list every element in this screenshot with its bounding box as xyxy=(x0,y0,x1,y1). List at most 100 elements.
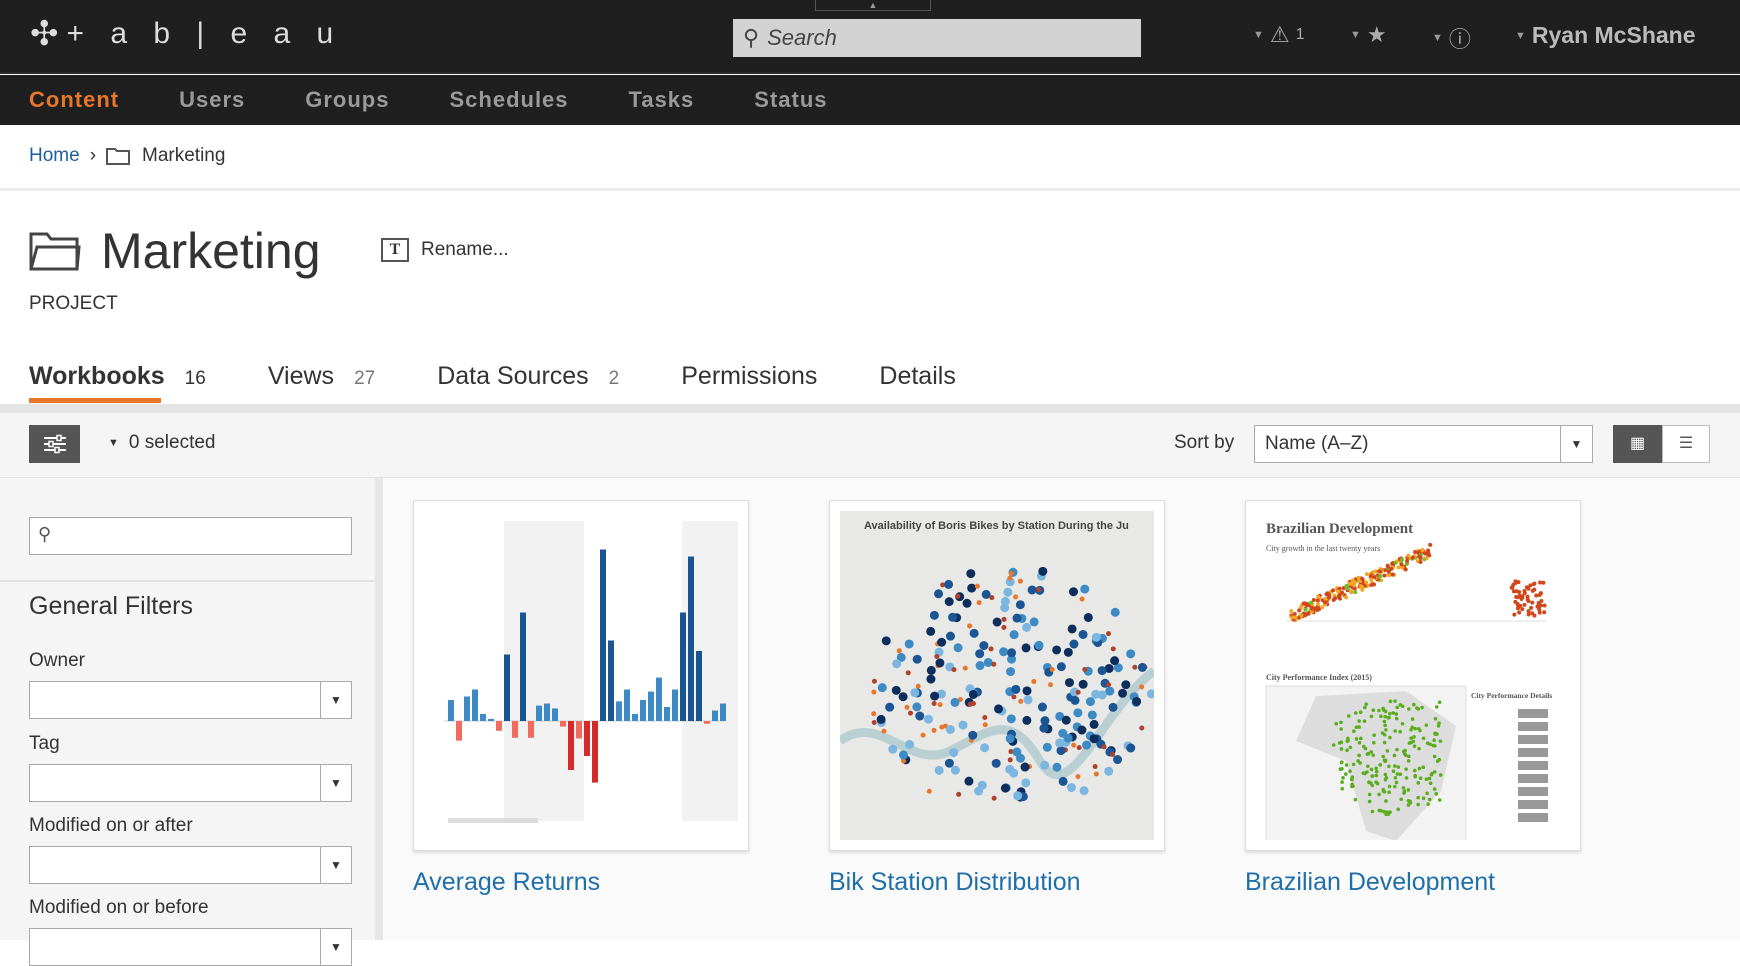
user-name: Ryan McShane xyxy=(1531,22,1696,48)
thumbnail-scatter-dot xyxy=(1364,572,1369,577)
search-placeholder: Search xyxy=(767,25,837,50)
nav-status[interactable]: Status xyxy=(754,87,827,113)
workbook-title-link[interactable]: Average Returns xyxy=(413,868,600,897)
thumbnail-map-dot xyxy=(1413,726,1417,731)
tableau-logo[interactable]: ✣ + a b | e a u xyxy=(30,14,342,54)
thumbnail-station-dot xyxy=(1021,643,1031,653)
thumbnail-scatter-dot xyxy=(1396,565,1401,570)
thumbnail-bar xyxy=(632,714,638,721)
thumbnail-station-dot xyxy=(1091,632,1101,642)
thumbnail-map-dot xyxy=(1381,706,1385,711)
divider xyxy=(0,188,1740,191)
collapse-header-handle[interactable]: ▲ xyxy=(815,0,931,11)
grid-view-button[interactable]: ▦ xyxy=(1613,425,1662,463)
thumbnail-map-dot xyxy=(1412,702,1416,707)
user-menu[interactable]: ▼ Ryan McShane xyxy=(1515,22,1696,49)
thumbnail-station-dot xyxy=(871,678,877,684)
thumbnail-scatter-dot xyxy=(1357,579,1362,584)
workbook-thumbnail-brazilian-development[interactable]: Brazilian Development City growth in the… xyxy=(1245,500,1581,851)
breadcrumb-home[interactable]: Home xyxy=(29,145,80,167)
tab-data-sources[interactable]: Data Sources 2 xyxy=(437,362,619,403)
thumbnail-map-dot xyxy=(1424,723,1429,727)
thumbnail-map-dot xyxy=(1381,754,1385,759)
alerts-menu[interactable]: ▼ ⚠ 1 xyxy=(1253,22,1305,48)
thumbnail-station-dot xyxy=(1082,740,1092,750)
thumbnail-station-dot xyxy=(1013,594,1019,600)
thumbnail-detail-bar xyxy=(1518,787,1548,796)
tab-views[interactable]: Views 27 xyxy=(268,362,375,403)
tab-details[interactable]: Details xyxy=(879,362,955,403)
modified-after-dropdown[interactable]: ▼ xyxy=(29,846,352,884)
thumbnail-map-dot xyxy=(1350,777,1354,782)
list-view-button[interactable]: ☰ xyxy=(1662,425,1710,463)
thumbnail-map-dot xyxy=(1396,765,1401,769)
thumbnail-station-dot xyxy=(871,720,877,726)
thumbnail-station-dot xyxy=(1012,613,1022,623)
thumbnail-scatter-dot xyxy=(1520,607,1525,612)
sort-select[interactable]: Name (A–Z) ▼ xyxy=(1254,425,1593,463)
thumbnail-scatter-dot xyxy=(1349,581,1354,586)
modified-before-dropdown[interactable]: ▼ xyxy=(29,928,352,966)
thumbnail-station-dot xyxy=(967,623,973,629)
nav-content[interactable]: Content xyxy=(29,87,119,113)
nav-tasks[interactable]: Tasks xyxy=(629,87,695,113)
thumbnail-station-dot xyxy=(1063,647,1073,657)
workbook-title-link[interactable]: Bik Station Distribution xyxy=(829,868,1081,897)
favorites-menu[interactable]: ▼ ★ xyxy=(1350,22,1387,48)
thumbnail-station-dot xyxy=(1078,629,1088,639)
owner-dropdown[interactable]: ▼ xyxy=(29,681,352,719)
thumbnail-bar xyxy=(712,710,718,721)
tab-workbooks[interactable]: Workbooks 16 xyxy=(29,362,206,403)
thumbnail-station-dot xyxy=(939,724,945,730)
thumbnail-detail-bar xyxy=(1518,813,1548,822)
thumbnail-station-dot xyxy=(898,750,908,760)
thumbnail-scatter-dot xyxy=(1428,542,1433,547)
nav-schedules[interactable]: Schedules xyxy=(449,87,568,113)
caret-down-icon: ▼ xyxy=(1432,32,1443,44)
thumbnail-scatter-dot xyxy=(1315,598,1320,603)
thumbnail-scatter-dot xyxy=(1526,586,1531,591)
thumbnail-station-dot xyxy=(1070,695,1080,705)
thumbnail-station-dot xyxy=(1022,715,1032,725)
workbook-thumbnail-average-returns[interactable] xyxy=(413,500,749,851)
thumbnail-station-dot xyxy=(958,720,968,730)
thumbnail-map-dot xyxy=(1432,738,1436,743)
thumbnail-map-dot xyxy=(1377,792,1381,797)
thumbnail-map-dot xyxy=(1344,772,1348,776)
rename-button[interactable]: T Rename... xyxy=(381,238,509,262)
thumbnail-station-dot xyxy=(1082,666,1088,672)
thumbnail-station-dot xyxy=(968,689,978,699)
tab-permissions[interactable]: Permissions xyxy=(681,362,817,403)
nav-groups[interactable]: Groups xyxy=(305,87,389,113)
search-input[interactable]: ⚲ Search xyxy=(733,19,1141,57)
thumbnail-map-dot xyxy=(1381,789,1386,794)
thumbnail-map-dot xyxy=(1410,717,1415,721)
filter-toggle-button[interactable] xyxy=(29,425,80,463)
tag-dropdown[interactable]: ▼ xyxy=(29,764,352,802)
logo-text: + a b | e a u xyxy=(66,17,343,50)
thumbnail-scatter-dot xyxy=(1303,607,1308,612)
thumbnail-map-dot xyxy=(1339,747,1344,751)
thumbnail-map-dot xyxy=(1367,792,1372,797)
help-menu[interactable]: ▼ ⓘ xyxy=(1432,22,1471,54)
workbook-thumbnail-bike-stations[interactable]: Availability of Boris Bikes by Station D… xyxy=(829,500,1165,851)
thumbnail-scatter-dot xyxy=(1386,564,1391,569)
thumbnail-scatter-dot xyxy=(1309,600,1314,605)
selection-menu[interactable]: ▼ 0 selected xyxy=(108,432,216,454)
rename-label: Rename... xyxy=(421,239,509,260)
thumbnail-scatter-dot xyxy=(1399,562,1404,567)
thumbnail-station-dot xyxy=(937,702,943,708)
workbook-title-link[interactable]: Brazilian Development xyxy=(1245,868,1495,897)
filter-search-input[interactable]: ⚲ xyxy=(29,517,352,555)
thumbnail-bar xyxy=(680,612,686,721)
thumbnail-station-dot xyxy=(1073,708,1083,718)
thumbnail-map-dot xyxy=(1367,799,1372,804)
thumbnail-station-dot xyxy=(935,658,945,668)
thumbnail-scatter-dot xyxy=(1424,555,1429,560)
thumbnail-scatter-dot xyxy=(1331,588,1336,593)
thumbnail-map-dot xyxy=(1337,741,1342,745)
thumbnail-station-dot xyxy=(1000,783,1010,793)
thumbnail-map-dot xyxy=(1359,736,1363,741)
nav-users[interactable]: Users xyxy=(179,87,245,113)
caret-down-icon: ▼ xyxy=(320,765,351,801)
